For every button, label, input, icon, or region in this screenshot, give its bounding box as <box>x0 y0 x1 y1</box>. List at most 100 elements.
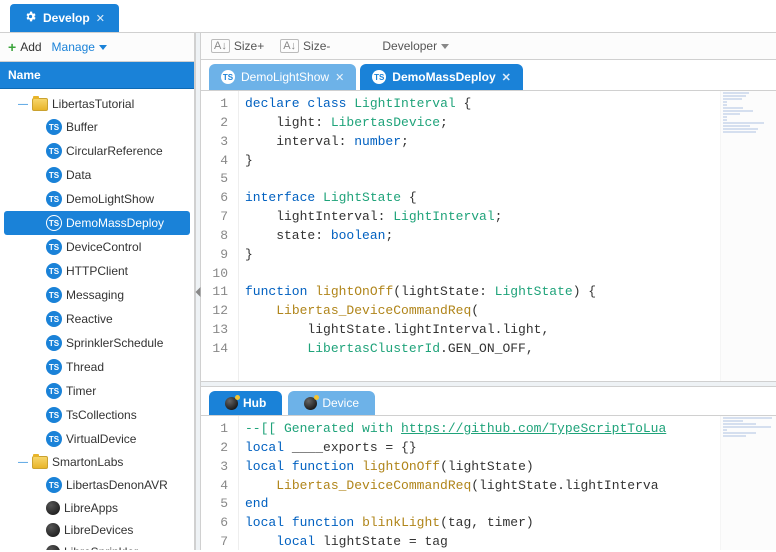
device-icon <box>304 397 317 410</box>
ts-icon: TS <box>46 167 62 183</box>
tree-item-label: DemoMassDeploy <box>66 216 164 230</box>
add-button[interactable]: + Add <box>8 39 42 55</box>
ts-icon: TS <box>46 263 62 279</box>
collapse-icon[interactable]: — <box>18 99 28 110</box>
close-icon[interactable]: ✕ <box>335 71 344 84</box>
sidebar: + Add Manage Name — LibertasTutorial TS Buf… <box>0 33 195 550</box>
tree-item[interactable]: TS Buffer <box>0 115 194 139</box>
top-tab-bar: Develop ✕ <box>0 0 776 33</box>
device-icon <box>225 397 238 410</box>
developer-menu[interactable]: Developer <box>382 39 449 53</box>
code-editor[interactable]: 1234567891011121314 declare class LightI… <box>201 91 776 381</box>
folder-icon <box>32 98 48 111</box>
tree-item[interactable]: TS VirtualDevice <box>0 427 194 451</box>
minimap[interactable] <box>720 416 776 550</box>
size-minus-button[interactable]: A↓ Size- <box>280 39 330 53</box>
tab-label: Device <box>322 396 359 410</box>
tree-item-label: Buffer <box>66 120 98 134</box>
editor-tab[interactable]: TS DemoMassDeploy ✕ <box>360 64 523 90</box>
app-icon <box>46 523 60 537</box>
ts-icon: TS <box>46 383 62 399</box>
tree-item[interactable]: TS TsCollections <box>0 403 194 427</box>
output-pane[interactable]: 1234567 --[[ Generated with https://gith… <box>201 415 776 550</box>
minimap[interactable] <box>720 91 776 381</box>
ts-icon: TS <box>46 359 62 375</box>
size-plus-button[interactable]: A↓ Size+ <box>211 39 264 53</box>
sidebar-toolbar: + Add Manage <box>0 33 194 62</box>
tab-label: Hub <box>243 396 266 410</box>
folder-label: LibertasTutorial <box>52 97 134 111</box>
tab-label: DemoLightShow <box>241 70 329 84</box>
plus-icon: + <box>8 39 16 55</box>
tree-item[interactable]: LibreSprinkler <box>0 541 194 550</box>
ts-icon: TS <box>46 407 62 423</box>
manage-button[interactable]: Manage <box>52 40 107 54</box>
ts-icon: TS <box>46 119 62 135</box>
tree-item-label: TsCollections <box>66 408 137 422</box>
file-tree[interactable]: — LibertasTutorial TS Buffer TS CircularRefer… <box>0 89 194 550</box>
ts-icon: TS <box>46 215 62 231</box>
tree-item[interactable]: TS DeviceControl <box>0 235 194 259</box>
tree-item[interactable]: TS Reactive <box>0 307 194 331</box>
close-icon[interactable]: ✕ <box>96 12 105 25</box>
tree-item[interactable]: TS DemoMassDeploy <box>4 211 190 235</box>
tree-item-label: LibreDevices <box>64 523 133 537</box>
ts-icon: TS <box>46 239 62 255</box>
ts-icon: TS <box>46 431 62 447</box>
tree-item[interactable]: TS Data <box>0 163 194 187</box>
editor-tab[interactable]: TS DemoLightShow ✕ <box>209 64 356 90</box>
tab-label: Develop <box>43 11 90 25</box>
tree-item-label: Reactive <box>66 312 113 326</box>
tree-item-label: SprinklerSchedule <box>66 336 163 350</box>
text-size-icon: A↓ <box>211 39 230 53</box>
ts-icon: TS <box>46 191 62 207</box>
output-tab[interactable]: Hub <box>209 391 282 415</box>
tree-folder[interactable]: — LibertasTutorial <box>0 93 194 115</box>
tree-item-label: Timer <box>66 384 96 398</box>
editor-panel: A↓ Size+ A↓ Size- Developer TS DemoLightS… <box>201 33 776 550</box>
output-tab-bar: Hub Device <box>201 387 776 415</box>
folder-icon <box>32 456 48 469</box>
ts-icon: TS <box>46 287 62 303</box>
output-content[interactable]: --[[ Generated with https://github.com/T… <box>239 416 720 550</box>
line-gutter: 1234567891011121314 <box>201 91 239 381</box>
tree-item[interactable]: LibreApps <box>0 497 194 519</box>
ts-icon: TS <box>221 70 235 84</box>
tree-item[interactable]: TS CircularReference <box>0 139 194 163</box>
tree-item[interactable]: TSDemoLightShow <box>0 187 194 211</box>
sidebar-header[interactable]: Name <box>0 62 194 89</box>
chevron-down-icon <box>99 45 107 50</box>
tree-item-label: LibreApps <box>64 501 118 515</box>
ts-icon: TS <box>46 143 62 159</box>
tree-item-label: Data <box>66 168 91 182</box>
tree-item-label: Thread <box>66 360 104 374</box>
tree-item[interactable]: TS Messaging <box>0 283 194 307</box>
output-tab[interactable]: Device <box>288 391 375 415</box>
tree-item[interactable]: TS Timer <box>0 379 194 403</box>
tree-item-label: Messaging <box>66 288 124 302</box>
app-icon <box>46 545 60 550</box>
tree-item[interactable]: TS LibertasDenonAVR <box>0 473 194 497</box>
tree-item[interactable]: TS Thread <box>0 355 194 379</box>
tree-item[interactable]: TS HTTPClient <box>0 259 194 283</box>
tree-item-label: DeviceControl <box>66 240 141 254</box>
ts-icon: TS <box>372 70 386 84</box>
tree-item[interactable]: TS SprinklerSchedule <box>0 331 194 355</box>
tab-develop[interactable]: Develop ✕ <box>10 4 119 32</box>
code-content[interactable]: declare class LightInterval { light: Lib… <box>239 91 720 381</box>
tab-label: DemoMassDeploy <box>392 70 495 84</box>
chevron-down-icon <box>441 44 449 49</box>
ts-icon: TS <box>46 477 62 493</box>
tree-item-label: HTTPClient <box>66 264 128 278</box>
tree-item[interactable]: LibreDevices <box>0 519 194 541</box>
tree-item-label: CircularReference <box>66 144 163 158</box>
close-icon[interactable]: ✕ <box>502 71 511 84</box>
add-label: Add <box>20 40 41 54</box>
tree-folder[interactable]: —SmartonLabs <box>0 451 194 473</box>
tree-item-label: VirtualDevice <box>66 432 136 446</box>
tree-item-label: LibertasDenonAVR <box>66 478 168 492</box>
ts-icon: TS <box>46 311 62 327</box>
tree-item-label: LibreSprinkler <box>64 545 138 550</box>
collapse-icon[interactable]: — <box>18 457 28 468</box>
ts-icon: TS <box>46 335 62 351</box>
